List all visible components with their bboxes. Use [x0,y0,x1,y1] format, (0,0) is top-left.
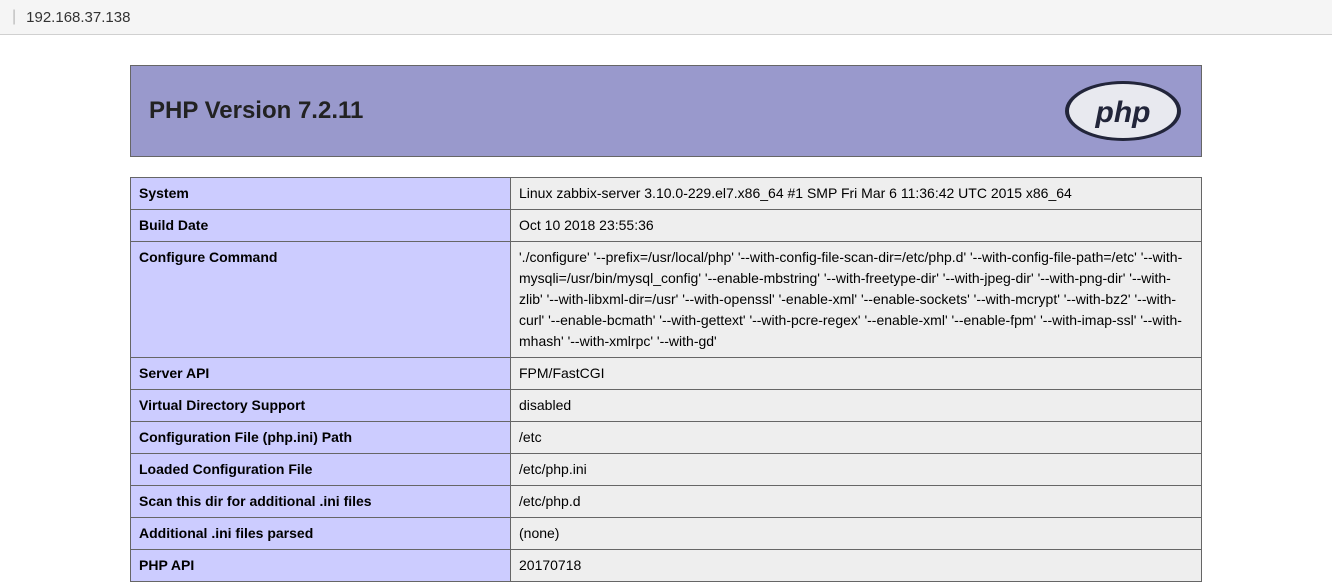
row-value: (none) [511,518,1202,550]
row-label: PHP API [131,550,511,582]
row-value: Oct 10 2018 23:55:36 [511,210,1202,242]
table-row: System Linux zabbix-server 3.10.0-229.el… [131,178,1202,210]
row-value: './configure' '--prefix=/usr/local/php' … [511,242,1202,358]
table-row: Scan this dir for additional .ini files … [131,486,1202,518]
svg-text:php: php [1095,96,1151,129]
row-label: Additional .ini files parsed [131,518,511,550]
table-row: Additional .ini files parsed (none) [131,518,1202,550]
php-logo-icon: php [1063,80,1183,142]
phpinfo-table-body: System Linux zabbix-server 3.10.0-229.el… [131,178,1202,582]
address-bar-url: 192.168.37.138 [26,9,130,26]
row-value: 20170718 [511,550,1202,582]
address-bar-divider: | [12,8,16,26]
row-label: Loaded Configuration File [131,454,511,486]
phpinfo-header: PHP Version 7.2.11 php [130,65,1202,157]
table-row: PHP API 20170718 [131,550,1202,582]
browser-address-bar[interactable]: | 192.168.37.138 [0,0,1332,35]
row-value: FPM/FastCGI [511,358,1202,390]
row-value: /etc [511,422,1202,454]
row-label: System [131,178,511,210]
row-label: Scan this dir for additional .ini files [131,486,511,518]
phpinfo-table: System Linux zabbix-server 3.10.0-229.el… [130,177,1202,582]
table-row: Server API FPM/FastCGI [131,358,1202,390]
page-title: PHP Version 7.2.11 [149,97,363,125]
row-label: Configuration File (php.ini) Path [131,422,511,454]
page-content: PHP Version 7.2.11 php System Linux zabb… [0,35,1332,582]
row-label: Configure Command [131,242,511,358]
row-value: /etc/php.ini [511,454,1202,486]
row-value: Linux zabbix-server 3.10.0-229.el7.x86_6… [511,178,1202,210]
row-value: disabled [511,390,1202,422]
row-value: /etc/php.d [511,486,1202,518]
table-row: Configure Command './configure' '--prefi… [131,242,1202,358]
row-label: Server API [131,358,511,390]
table-row: Configuration File (php.ini) Path /etc [131,422,1202,454]
row-label: Build Date [131,210,511,242]
table-row: Virtual Directory Support disabled [131,390,1202,422]
table-row: Build Date Oct 10 2018 23:55:36 [131,210,1202,242]
table-row: Loaded Configuration File /etc/php.ini [131,454,1202,486]
row-label: Virtual Directory Support [131,390,511,422]
